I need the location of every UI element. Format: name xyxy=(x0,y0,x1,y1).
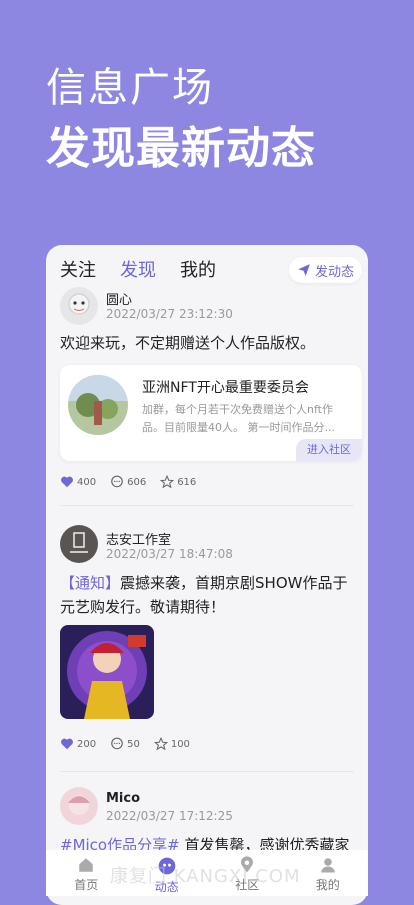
post-time: 2022/03/27 23:12:30 xyxy=(106,307,233,321)
divider xyxy=(60,771,354,772)
moments-icon xyxy=(158,857,176,875)
nav-community[interactable]: 社区 xyxy=(217,850,277,893)
comment-button[interactable]: 50 xyxy=(110,737,140,751)
tab-discover[interactable]: 发现 xyxy=(120,258,156,284)
post-stats: 200 50 100 xyxy=(60,737,204,751)
username[interactable]: Mico xyxy=(106,791,140,806)
star-icon xyxy=(153,737,168,751)
community-card[interactable]: 亚洲NFT开心最重要委员会 加群，每个月若干次免费赠送个人nft作品。目前限量4… xyxy=(60,365,362,461)
paper-plane-icon xyxy=(298,264,310,276)
like-count: 400 xyxy=(77,476,97,488)
post-time: 2022/03/27 17:12:25 xyxy=(106,809,233,823)
favorite-button[interactable]: 616 xyxy=(160,475,196,489)
comment-count: 50 xyxy=(127,738,140,750)
home-icon xyxy=(79,858,93,872)
like-count: 200 xyxy=(77,738,97,750)
nav-moments[interactable]: 动态 xyxy=(137,850,197,895)
post-time: 2022/03/27 18:47:08 xyxy=(106,547,233,561)
community-title: 亚洲NFT开心最重要委员会 xyxy=(142,380,309,396)
bottom-nav: 首页 动态 社区 我的 xyxy=(46,850,368,896)
post-content: 欢迎来玩，不定期赠送个人作品版权。 xyxy=(60,334,316,352)
comment-icon xyxy=(111,475,123,488)
post-stats: 400 606 616 xyxy=(60,475,210,489)
community-image xyxy=(68,375,128,435)
post-button-label: 发动态 xyxy=(314,264,354,280)
tab-following[interactable]: 关注 xyxy=(60,258,96,284)
nav-label: 首页 xyxy=(74,878,99,892)
comment-button[interactable]: 606 xyxy=(110,475,146,489)
like-button[interactable]: 200 xyxy=(60,737,96,751)
comment-icon xyxy=(111,737,123,750)
avatar[interactable] xyxy=(60,287,98,325)
hero-title: 信息广场 xyxy=(46,65,214,111)
tab-mine[interactable]: 我的 xyxy=(180,258,216,284)
like-button[interactable]: 400 xyxy=(60,475,96,489)
avatar[interactable] xyxy=(60,525,98,563)
post-image[interactable] xyxy=(60,625,154,719)
tab-bar: 关注 发现 我的 xyxy=(60,257,240,285)
star-icon xyxy=(160,475,175,489)
divider xyxy=(60,505,354,506)
user-icon xyxy=(321,858,335,873)
heart-icon xyxy=(61,476,73,488)
community-desc: 加群，每个月若干次免费赠送个人nft作品。目前限量40人。 第一时间作品分... xyxy=(142,403,335,434)
favorite-count: 616 xyxy=(177,476,197,488)
post-tag[interactable]: 【通知】 xyxy=(60,574,120,592)
nav-label: 我的 xyxy=(315,878,340,892)
feed-card: 关注 发现 我的 发动态 圆心 2022/03/27 23:12:30 欢迎来玩… xyxy=(46,245,368,905)
comment-count: 606 xyxy=(127,476,147,488)
username[interactable]: 志安工作室 xyxy=(106,529,171,548)
username[interactable]: 圆心 xyxy=(106,289,132,308)
hero-subtitle: 发现最新动态 xyxy=(46,123,316,174)
avatar[interactable] xyxy=(60,787,98,825)
nav-home[interactable]: 首页 xyxy=(56,850,116,893)
nav-mine[interactable]: 我的 xyxy=(298,850,358,893)
nav-label: 社区 xyxy=(235,878,260,892)
post-button[interactable]: 发动态 xyxy=(288,257,362,283)
favorite-button[interactable]: 100 xyxy=(153,737,190,751)
nav-label: 动态 xyxy=(154,880,179,894)
favorite-count: 100 xyxy=(170,738,190,750)
heart-icon xyxy=(61,738,73,750)
hero: 信息广场 发现最新动态 xyxy=(46,62,316,178)
enter-community-button[interactable]: 进入社区 xyxy=(296,439,362,461)
post-content: 【通知】震撼来袭，首期京剧SHOW作品于元艺购发行。敬请期待！ xyxy=(60,574,348,616)
location-icon xyxy=(241,856,254,873)
